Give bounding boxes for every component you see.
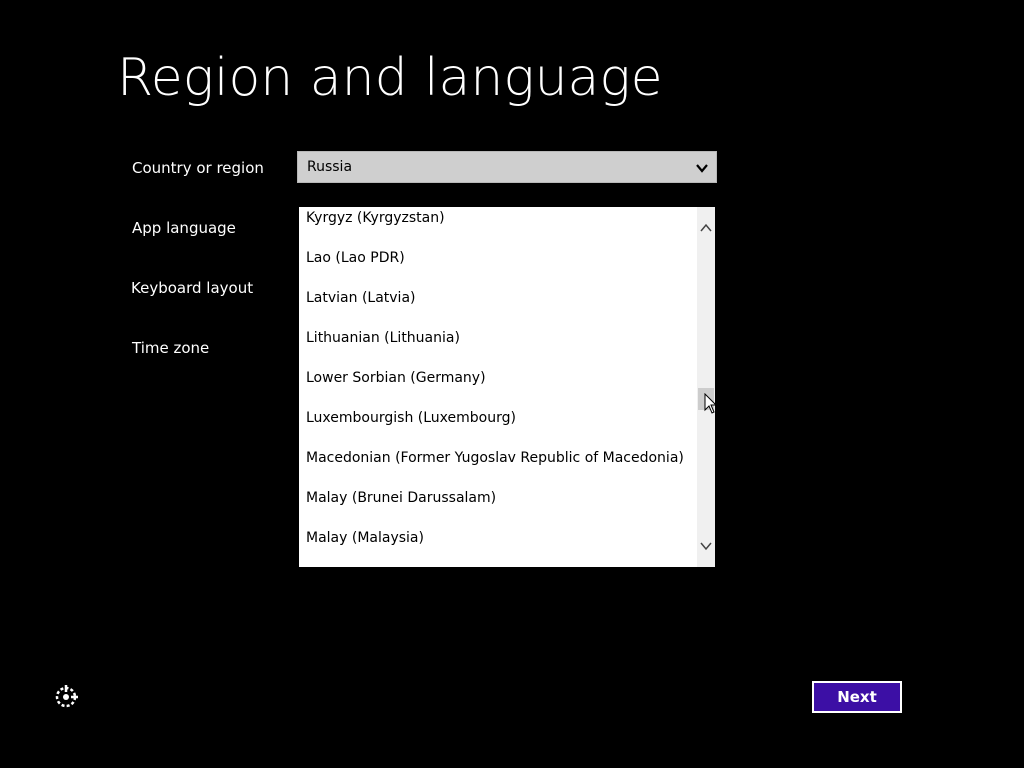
app-language-dropdown-list[interactable]: Kyrgyz (Kyrgyzstan) Lao (Lao PDR) Latvia… xyxy=(299,207,715,567)
list-item[interactable]: Lao (Lao PDR) xyxy=(299,238,696,278)
chevron-down-icon[interactable] xyxy=(697,536,715,556)
country-or-region-label: Country or region xyxy=(132,159,264,177)
chevron-down-icon xyxy=(696,164,708,173)
keyboard-layout-label: Keyboard layout xyxy=(131,279,254,297)
list-item[interactable]: Lithuanian (Lithuania) xyxy=(299,318,696,358)
country-or-region-select[interactable]: Russia xyxy=(297,151,717,183)
list-item[interactable]: Macedonian (Former Yugoslav Republic of … xyxy=(299,438,696,478)
language-list: Kyrgyz (Kyrgyzstan) Lao (Lao PDR) Latvia… xyxy=(299,207,696,558)
time-zone-label: Time zone xyxy=(132,339,210,357)
country-select-value: Russia xyxy=(307,159,353,175)
page-title: Region and language xyxy=(117,48,663,108)
chevron-up-icon[interactable] xyxy=(697,218,715,238)
app-language-label: App language xyxy=(132,219,236,237)
list-item[interactable]: Luxembourgish (Luxembourg) xyxy=(299,398,696,438)
list-item[interactable]: Malay (Malaysia) xyxy=(299,518,696,558)
list-item[interactable]: Lower Sorbian (Germany) xyxy=(299,358,696,398)
next-button[interactable]: Next xyxy=(812,681,902,713)
ease-of-access-icon[interactable] xyxy=(52,683,80,711)
scrollbar-thumb[interactable] xyxy=(698,388,714,410)
list-item[interactable]: Latvian (Latvia) xyxy=(299,278,696,318)
vertical-scrollbar[interactable] xyxy=(697,207,715,567)
list-item[interactable]: Kyrgyz (Kyrgyzstan) xyxy=(299,207,696,238)
list-item[interactable]: Malay (Brunei Darussalam) xyxy=(299,478,696,518)
